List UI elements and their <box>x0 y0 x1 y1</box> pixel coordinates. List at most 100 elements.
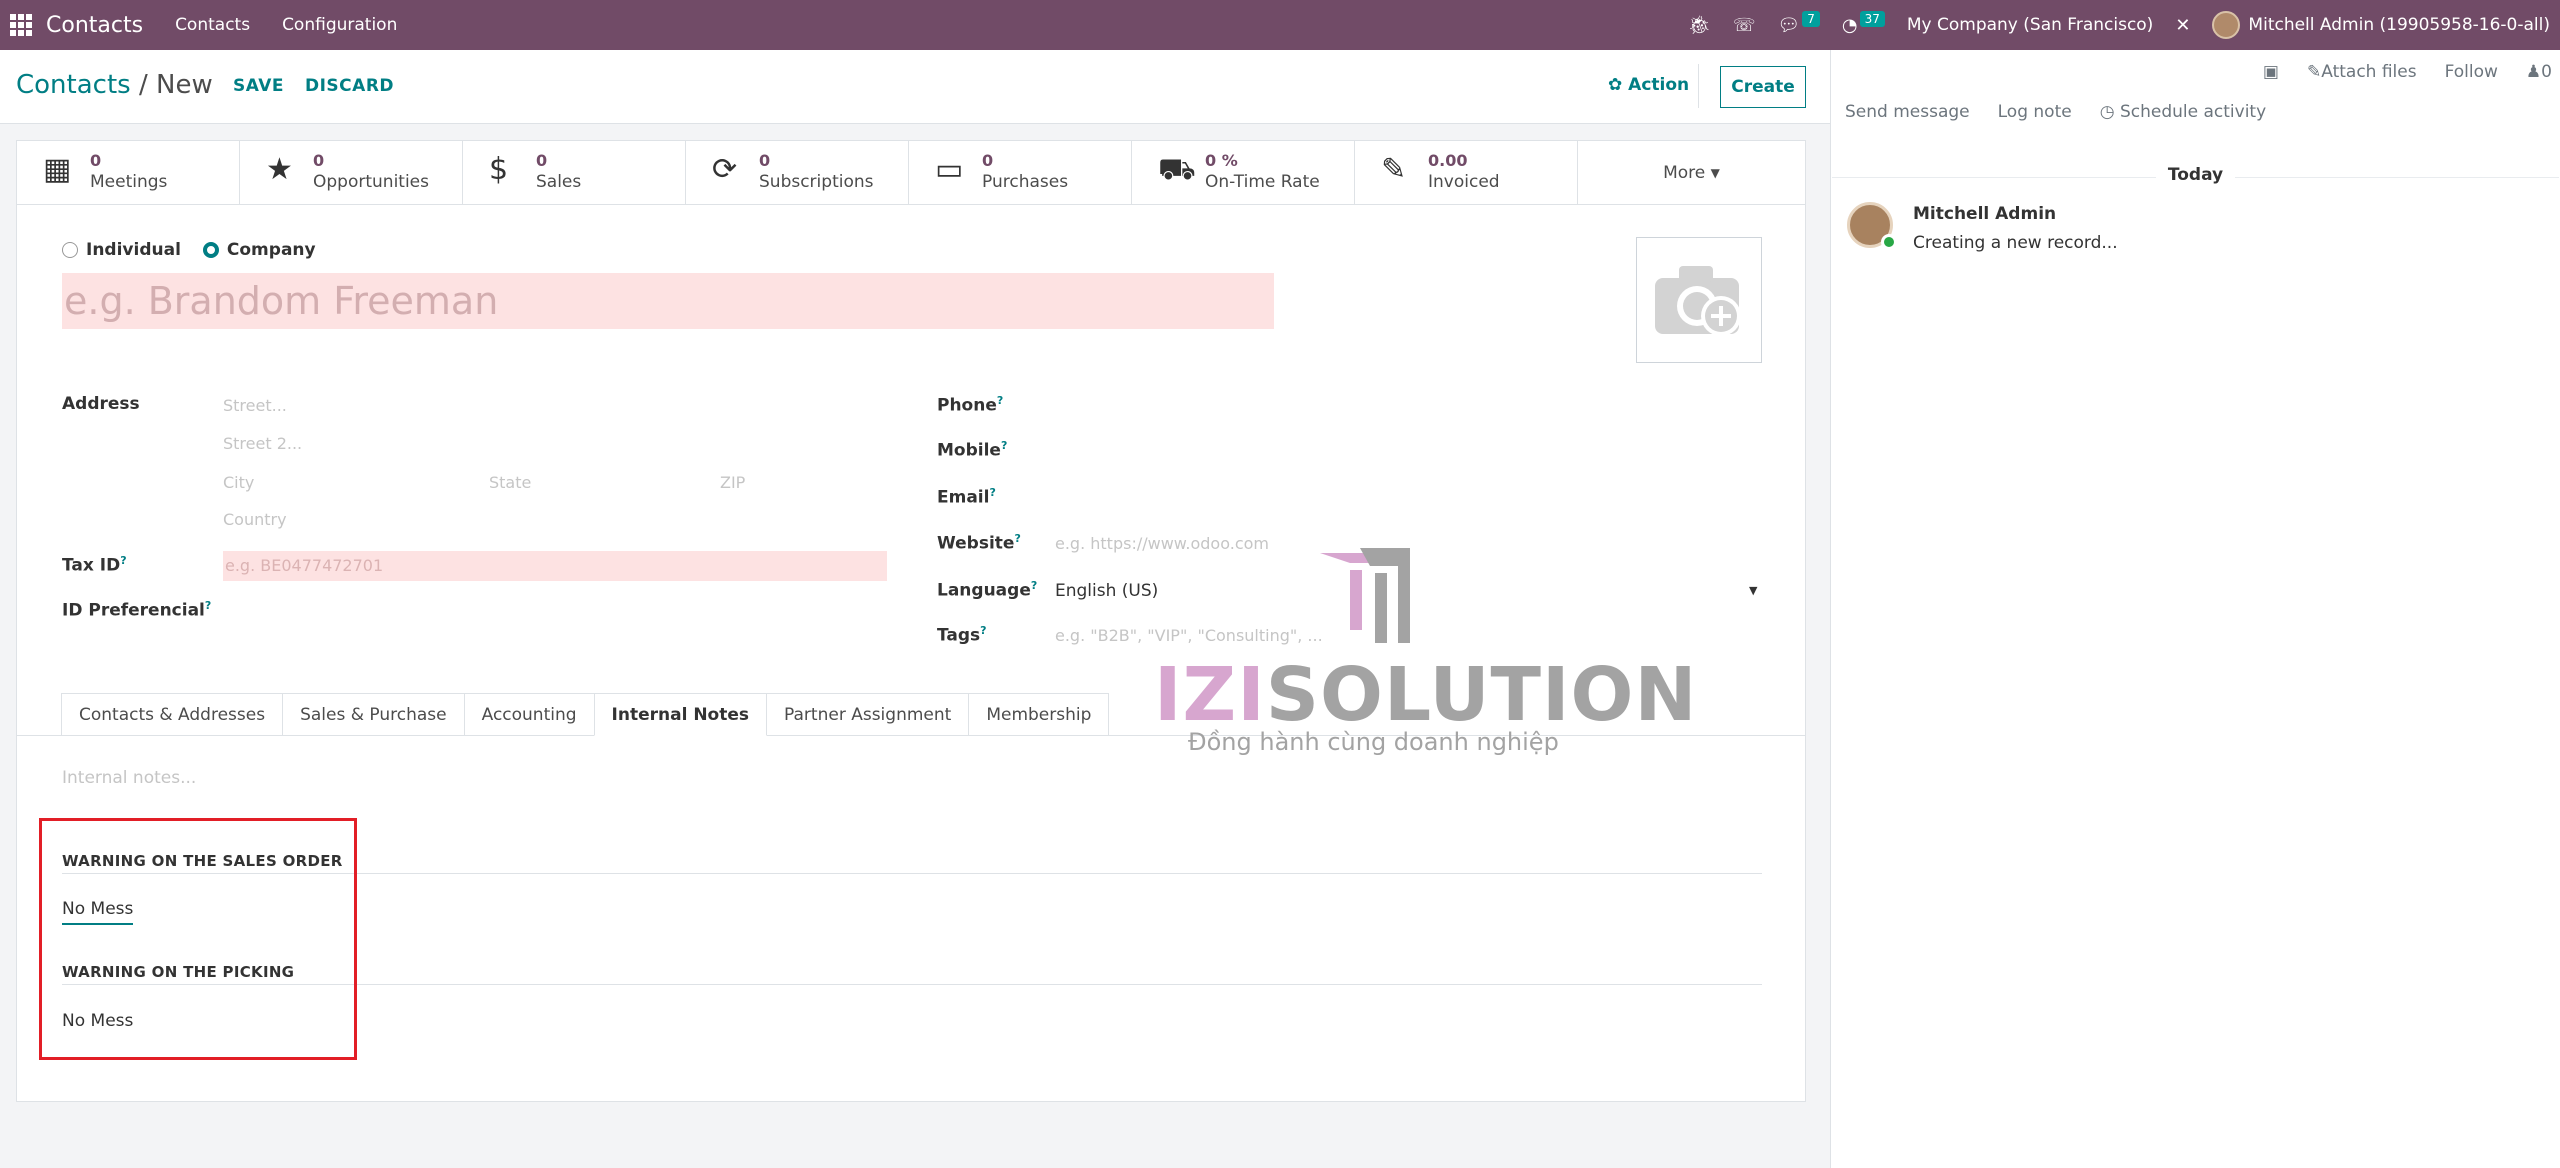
on-time-rate-value: 0 % <box>1205 151 1238 170</box>
smart-button-box: ▦ 0 Meetings ★ 0 Opportunities $ 0 Sales… <box>17 141 1805 205</box>
invoiced-button[interactable]: ✎ 0.00 Invoiced <box>1355 141 1578 204</box>
help-icon[interactable]: ? <box>1001 439 1007 452</box>
taxid-input[interactable]: e.g. BE0477472701 <box>223 551 887 581</box>
schedule-activity-button[interactable]: ◷ Schedule activity <box>2100 102 2266 122</box>
help-icon[interactable]: ? <box>997 394 1003 407</box>
menu-configuration[interactable]: Configuration <box>282 15 397 35</box>
app-grid-icon[interactable] <box>10 14 32 36</box>
sales-button[interactable]: $ 0 Sales <box>463 141 686 204</box>
user-avatar <box>2212 11 2241 39</box>
help-icon[interactable]: ? <box>120 554 126 567</box>
clock-icon: ◷ <box>2099 102 2120 122</box>
tab-sales-purchase[interactable]: Sales & Purchase <box>282 693 465 735</box>
image-upload[interactable] <box>1636 237 1762 363</box>
opportunities-value: 0 <box>313 151 325 170</box>
opportunities-button[interactable]: ★ 0 Opportunities <box>240 141 463 204</box>
radio-company-label[interactable]: Company <box>227 240 316 260</box>
tab-membership[interactable]: Membership <box>968 693 1110 735</box>
menu-contacts[interactable]: Contacts <box>175 15 250 35</box>
language-label: Language? <box>937 579 1037 601</box>
calendar-icon: ▦ <box>43 152 72 187</box>
discard-button[interactable]: DISCARD <box>305 76 394 96</box>
chat-icon[interactable]: 💬︎ 7 <box>1777 11 1820 36</box>
star-icon: ★ <box>266 152 293 187</box>
breadcrumb-contacts[interactable]: Contacts <box>16 70 131 100</box>
notebook-tabs: Contacts & Addresses Sales & Purchase Ac… <box>61 693 1110 736</box>
taxid-label: Tax ID? <box>62 554 127 576</box>
followers-button[interactable]: ♟0 <box>2526 62 2552 82</box>
name-input[interactable]: e.g. Brandom Freeman <box>62 273 1274 329</box>
website-input[interactable]: e.g. https://www.odoo.com <box>1055 534 1269 553</box>
subscriptions-value: 0 <box>759 151 771 170</box>
caret-down-icon[interactable]: ▼ <box>1749 584 1757 597</box>
tab-contacts-addresses[interactable]: Contacts & Addresses <box>61 693 284 735</box>
highlight-box <box>39 818 357 1060</box>
activities-badge: 37 <box>1859 11 1885 27</box>
book-icon[interactable]: ▣ <box>2263 62 2279 82</box>
zip-input[interactable]: ZIP <box>720 473 745 492</box>
follow-button[interactable]: Follow <box>2445 62 2498 82</box>
dollar-icon: $ <box>489 152 509 187</box>
meetings-button[interactable]: ▦ 0 Meetings <box>17 141 240 204</box>
radio-company[interactable] <box>202 242 219 258</box>
create-button[interactable]: Create <box>1720 66 1806 108</box>
refresh-icon: ⟳ <box>712 152 738 187</box>
language-select[interactable]: English (US) <box>1055 581 1158 601</box>
state-select[interactable]: State <box>489 473 531 492</box>
action-button[interactable]: ✿ Action <box>1608 75 1689 95</box>
chatter-topbar: ▣ ✎Attach files Follow ♟0 <box>2263 62 2552 82</box>
country-select[interactable]: Country <box>223 510 287 529</box>
message-author[interactable]: Mitchell Admin <box>1913 204 2056 224</box>
city-input[interactable]: City <box>223 473 254 492</box>
radio-individual-label[interactable]: Individual <box>86 240 181 260</box>
radio-individual[interactable] <box>62 242 78 258</box>
subscriptions-button[interactable]: ⟳ 0 Subscriptions <box>686 141 909 204</box>
tools-icon[interactable]: ✕ <box>2175 15 2190 36</box>
tab-accounting[interactable]: Accounting <box>463 693 595 735</box>
user-menu[interactable]: Mitchell Admin (19905958-16-0-all) <box>2212 11 2550 39</box>
breadcrumb: Contacts / New <box>16 70 213 100</box>
email-label: Email? <box>937 486 996 508</box>
bug-icon[interactable]: 🐞︎ <box>1688 15 1711 36</box>
on-time-rate-button[interactable]: ⛟ 0 % On-Time Rate <box>1132 141 1355 204</box>
breadcrumb-separator: / <box>130 70 156 100</box>
action-label: Action <box>1628 75 1690 95</box>
meetings-label: Meetings <box>90 172 168 192</box>
email-label-text: Email <box>937 487 990 508</box>
sales-label: Sales <box>536 172 582 192</box>
tab-partner-assignment[interactable]: Partner Assignment <box>766 693 970 735</box>
online-status-icon <box>1881 234 1897 250</box>
phone-label: Phone? <box>937 394 1003 416</box>
mobile-label-text: Mobile <box>937 440 1001 461</box>
message-body: Creating a new record... <box>1913 233 2118 253</box>
paperclip-icon: ✎ <box>2306 62 2322 82</box>
save-button[interactable]: SAVE <box>233 76 284 96</box>
help-icon[interactable]: ? <box>980 624 986 637</box>
opportunities-label: Opportunities <box>313 172 429 192</box>
purchases-button[interactable]: ▭ 0 Purchases <box>909 141 1132 204</box>
user-name: Mitchell Admin (19905958-16-0-all) <box>2248 15 2550 35</box>
top-navbar: Contacts Contacts Configuration 🐞︎ ☏ 💬︎ 7… <box>0 0 2560 50</box>
more-button[interactable]: More ▼ <box>1578 141 1805 204</box>
app-name[interactable]: Contacts <box>46 13 143 38</box>
send-message-button[interactable]: Send message <box>1845 102 1970 122</box>
tags-label: Tags? <box>937 624 987 646</box>
chatter-actions: Send message Log note ◷ Schedule activit… <box>1845 102 2266 122</box>
website-label: Website? <box>937 532 1021 554</box>
help-icon[interactable]: ? <box>1031 579 1037 592</box>
help-icon[interactable]: ? <box>1014 532 1020 545</box>
street2-input[interactable]: Street 2... <box>223 434 302 453</box>
address-label: Address <box>62 394 140 414</box>
log-note-button[interactable]: Log note <box>1998 102 2072 122</box>
help-icon[interactable]: ? <box>205 599 211 612</box>
tags-input[interactable]: e.g. "B2B", "VIP", "Consulting", ... <box>1055 626 1323 645</box>
clock-icon[interactable]: ◔ 37 <box>1842 11 1885 36</box>
internal-notes-input[interactable]: Internal notes... <box>62 768 196 788</box>
help-icon[interactable]: ? <box>989 486 995 499</box>
street-input[interactable]: Street... <box>223 396 287 415</box>
phone-icon[interactable]: ☏ <box>1733 15 1756 36</box>
attach-files-button[interactable]: ✎Attach files <box>2307 62 2417 82</box>
divider <box>1698 64 1699 108</box>
tab-internal-notes[interactable]: Internal Notes <box>593 693 768 736</box>
company-switcher[interactable]: My Company (San Francisco) <box>1907 15 2153 35</box>
